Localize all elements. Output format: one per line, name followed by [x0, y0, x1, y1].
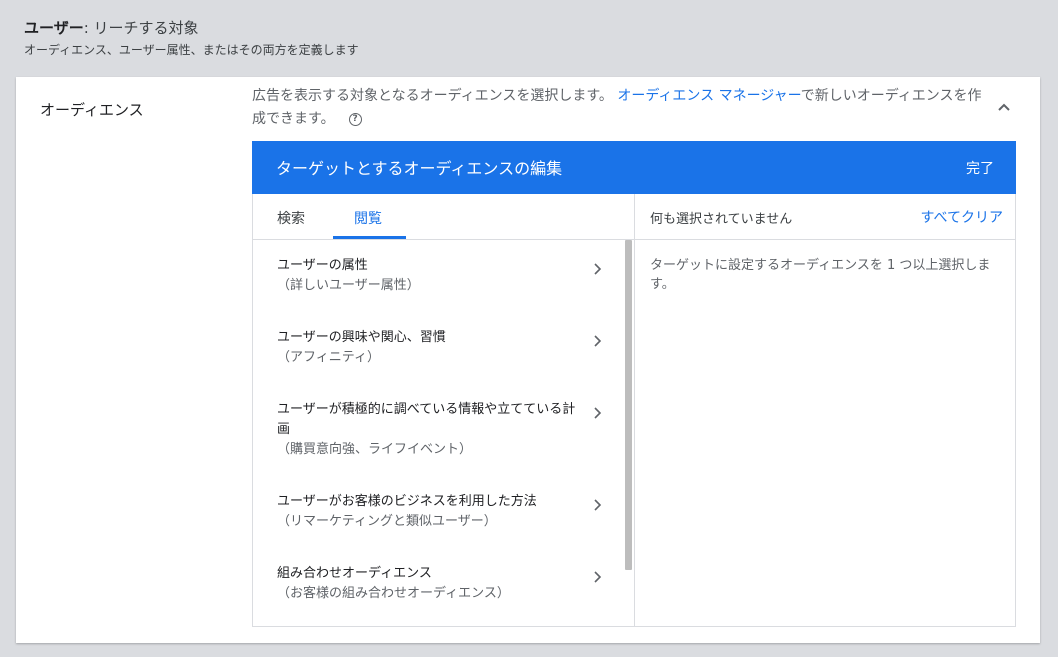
list-item-demographics[interactable]: ユーザーの属性 （詳しいユーザー属性） — [277, 256, 577, 296]
clear-all-button[interactable]: すべてクリア — [921, 207, 1003, 227]
selection-pane: 何も選択されていません すべてクリア ターゲットに設定するオーディエンスを 1 … — [634, 194, 1015, 626]
chevron-right-icon[interactable] — [591, 262, 605, 276]
section-header: ユーザー: リーチする対象 オーディエンス、ユーザー属性、またはその両方を定義し… — [24, 18, 359, 58]
list-item-in-market[interactable]: ユーザーが積極的に調べている情報や立てている計画 （購買意向強、ライフイベント） — [277, 400, 577, 460]
audience-editor: ターゲットとするオーディエンスの編集 完了 検索 閲覧 ユーザーの属性 （詳しい… — [252, 141, 1016, 627]
chevron-up-icon[interactable] — [994, 97, 1014, 117]
audience-description: 広告を表示する対象となるオーディエンスを選択します。 オーディエンス マネージャ… — [252, 88, 982, 127]
list-item-combined[interactable]: 組み合わせオーディエンス （お客様の組み合わせオーディエンス） — [277, 564, 577, 604]
audience-manager-link[interactable]: オーディエンス マネージャー — [617, 88, 800, 104]
active-tab-indicator — [333, 236, 406, 239]
tab-browse[interactable]: 閲覧 — [354, 208, 382, 228]
category-scrollbar[interactable] — [625, 240, 632, 570]
chevron-right-icon[interactable] — [591, 334, 605, 348]
done-button[interactable]: 完了 — [966, 158, 994, 178]
editor-tabs: 検索 閲覧 — [253, 194, 634, 240]
section-title: ユーザー: リーチする対象 — [24, 19, 199, 37]
chevron-right-icon[interactable] — [591, 498, 605, 512]
selection-status: 何も選択されていません — [650, 212, 793, 227]
selection-hint: ターゲットに設定するオーディエンスを 1 つ以上選択します。 — [650, 258, 991, 292]
list-item-remarketing[interactable]: ユーザーがお客様のビジネスを利用した方法 （リマーケティングと類似ユーザー） — [277, 492, 577, 532]
chevron-right-icon[interactable] — [591, 406, 605, 420]
editor-title: ターゲットとするオーディエンスの編集 — [276, 159, 563, 178]
audience-row-label: オーディエンス — [40, 101, 144, 119]
list-item-affinity[interactable]: ユーザーの興味や関心、習慣 （アフィニティ） — [277, 328, 577, 368]
selection-header: 何も選択されていません すべてクリア — [634, 194, 1015, 240]
help-circle-icon[interactable]: ? — [348, 112, 362, 126]
section-subtitle: オーディエンス、ユーザー属性、またはその両方を定義します — [24, 43, 359, 57]
category-list: ユーザーの属性 （詳しいユーザー属性） ユーザーの興味や関心、習慣 （アフィニテ… — [253, 240, 634, 625]
browse-pane: 検索 閲覧 ユーザーの属性 （詳しいユーザー属性） ユーザーの興味や関心、習慣 … — [253, 194, 635, 626]
tab-search[interactable]: 検索 — [277, 208, 305, 228]
editor-header: ターゲットとするオーディエンスの編集 完了 — [252, 141, 1016, 194]
audience-card: オーディエンス 広告を表示する対象となるオーディエンスを選択します。 オーディエ… — [16, 77, 1040, 643]
chevron-right-icon[interactable] — [591, 570, 605, 584]
